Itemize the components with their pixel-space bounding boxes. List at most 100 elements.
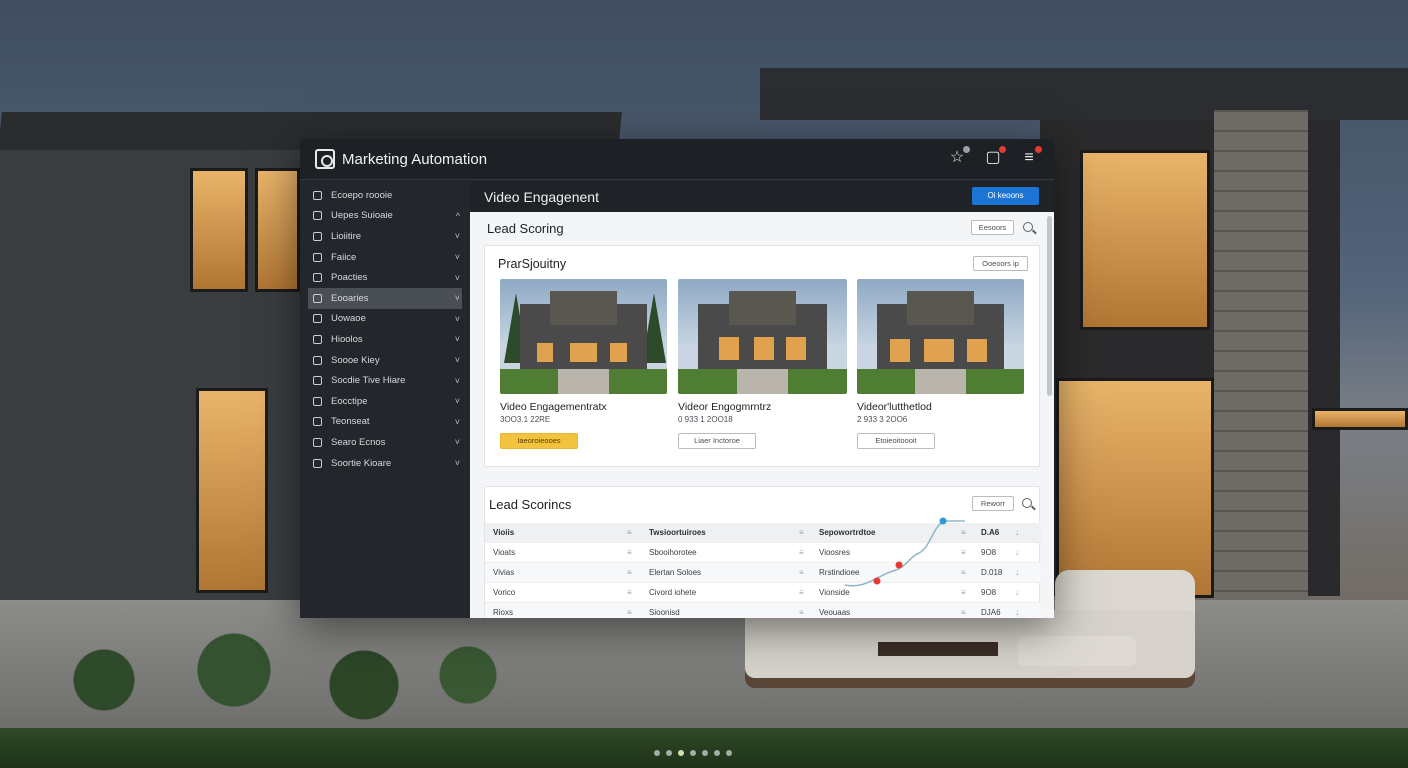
video-thumbnail[interactable]: [500, 279, 667, 394]
sidebar-item-label: Uepes Suioaie: [331, 210, 393, 222]
sort-down-icon[interactable]: ↓: [1015, 528, 1035, 537]
column-sort-icon[interactable]: ≡: [627, 588, 649, 597]
sidebar-item-icon: [313, 334, 322, 344]
chevron-icon[interactable]: ˅: [455, 437, 460, 447]
chevron-icon[interactable]: ˅: [455, 355, 460, 365]
sidebar-item[interactable]: Searo Ecnos ˅: [300, 432, 470, 453]
sidebar-item[interactable]: Eooaries ˅: [308, 287, 462, 309]
column-sort-icon[interactable]: ≡: [627, 608, 649, 617]
sort-down-icon[interactable]: ↓: [1015, 608, 1035, 617]
scrollbar[interactable]: [1047, 216, 1052, 396]
video-subtitle: 2 933 3 2OO6: [857, 415, 908, 424]
table-cell: 9O8: [981, 548, 997, 557]
sidebar-item[interactable]: Teonseat ˅: [300, 412, 470, 433]
star-icon[interactable]: ☆: [948, 146, 970, 168]
sidebar-item[interactable]: Uowaoe ˅: [300, 309, 470, 330]
sidebar-item-label: Soooe Kiey: [331, 354, 380, 366]
sort-down-icon[interactable]: ↓: [1015, 588, 1035, 597]
card-options-button[interactable]: Ooeoors ip: [973, 256, 1028, 271]
app-window: Marketing Automation ☆ ▢ ≡ Ecoepo roooie…: [300, 139, 1054, 618]
sidebar-item-icon: [313, 355, 322, 365]
column-sort-icon[interactable]: ≡: [799, 548, 819, 557]
menu-icon[interactable]: ≡: [1020, 146, 1042, 168]
sidebar-item-icon: [313, 293, 322, 303]
sidebar-item-icon: [313, 252, 322, 262]
table-row[interactable]: Vorico ≡ Civord iohete ≡ Vionside ≡ 9O8 ↓: [485, 583, 1041, 603]
sort-down-icon[interactable]: ↓: [1015, 568, 1035, 577]
column-sort-icon[interactable]: ≡: [961, 588, 981, 597]
sidebar-item[interactable]: Hioolos ˅: [300, 329, 470, 350]
sort-down-icon[interactable]: ↓: [1015, 548, 1035, 557]
lead-scorings-button[interactable]: Reworr: [972, 496, 1014, 511]
lead-table: Vioiis ≡ Twsioortuiroes ≡ Sepowortrdtoe ≡ D.A6…: [485, 523, 1041, 618]
sidebar-item-label: Eocctipe: [331, 395, 368, 407]
chevron-icon[interactable]: ˅: [455, 252, 460, 262]
sidebar-item[interactable]: Faiice ˅: [300, 247, 470, 268]
chevron-icon[interactable]: ˅: [455, 293, 460, 303]
table-row[interactable]: Vioats ≡ Sbooihorotee ≡ Vioosres ≡ 9O8 ↓: [485, 543, 1041, 563]
sidebar-item-label: Eooaries: [331, 292, 369, 304]
column-sort-icon[interactable]: ≡: [961, 568, 981, 577]
chevron-icon[interactable]: ^: [456, 211, 460, 221]
search-icon[interactable]: [1023, 222, 1033, 232]
table-cell: 9O8: [981, 588, 997, 597]
lead-scoring-button[interactable]: Eesoors: [971, 220, 1014, 235]
primary-action-button[interactable]: Oi keoons: [972, 187, 1039, 205]
sidebar: Ecoepo roooie Uepes Suioaie ^ Lioiitire ˅ Fai…: [300, 181, 470, 618]
table-header-cell: Twsioortuiroes: [649, 528, 706, 537]
sidebar-item[interactable]: Socdie Tive Hiare ˅: [300, 370, 470, 391]
chevron-icon[interactable]: ˅: [455, 417, 460, 427]
column-sort-icon[interactable]: ≡: [627, 548, 649, 557]
chevron-icon[interactable]: ˅: [455, 273, 460, 283]
chevron-icon[interactable]: ˅: [455, 396, 460, 406]
column-sort-icon[interactable]: ≡: [799, 528, 819, 537]
sidebar-item-label: Hioolos: [331, 333, 363, 345]
lead-scoring-heading: Lead Scoring: [487, 221, 564, 236]
card-title: PrarSjouitny: [498, 257, 567, 271]
table-cell: DJA6: [981, 608, 1001, 617]
carousel-pager[interactable]: [654, 750, 732, 756]
sidebar-item[interactable]: Poacties ˅: [300, 267, 470, 288]
video-title: Video Engagementratx: [500, 401, 607, 413]
column-sort-icon[interactable]: ≡: [799, 568, 819, 577]
column-sort-icon[interactable]: ≡: [961, 528, 981, 537]
sidebar-item-label: Poacties: [331, 272, 368, 284]
video-card: PrarSjouitny Ooeoors ip Video Engagement…: [484, 245, 1040, 467]
search-icon[interactable]: [1022, 498, 1032, 508]
sidebar-item[interactable]: Lioiitire ˅: [300, 226, 470, 247]
chevron-icon[interactable]: ˅: [455, 314, 460, 324]
sidebar-item[interactable]: Soortie Kioare ˅: [300, 453, 470, 474]
column-sort-icon[interactable]: ≡: [627, 528, 649, 537]
notification-icon[interactable]: ▢: [984, 146, 1006, 168]
video-action-button[interactable]: Etoieoitoooit: [857, 433, 935, 449]
lead-scorings-heading: Lead Scorincs: [489, 497, 572, 512]
sidebar-item[interactable]: Eocctipe ˅: [300, 391, 470, 412]
sidebar-item-label: Uowaoe: [331, 313, 366, 325]
table-row[interactable]: Rioxs ≡ Sioonisd ≡ Veouaas ≡ DJA6 ↓: [485, 603, 1041, 618]
column-sort-icon[interactable]: ≡: [627, 568, 649, 577]
video-action-button[interactable]: Iaeoroieooes: [500, 433, 578, 449]
sidebar-item[interactable]: Ecoepo roooie: [300, 185, 470, 206]
sidebar-item[interactable]: Soooe Kiey ˅: [300, 350, 470, 371]
video-thumbnail[interactable]: [678, 279, 847, 394]
app-title: Marketing Automation: [342, 150, 488, 168]
column-sort-icon[interactable]: ≡: [961, 548, 981, 557]
sidebar-item[interactable]: Uepes Suioaie ^: [300, 206, 470, 227]
video-title: Videor'lutthetlod: [857, 401, 932, 413]
column-sort-icon[interactable]: ≡: [799, 608, 819, 617]
video-action-button[interactable]: Liaer Inctoroe: [678, 433, 756, 449]
lead-scorings-card: Lead Scorincs Reworr Vioiis ≡ Twsioortuiro…: [484, 486, 1041, 618]
table-row[interactable]: Vivias ≡ Elertan Soloes ≡ Rrstindioee ≡ D.018 ↓: [485, 563, 1041, 583]
video-subtitle: 3OO3.1 22RE: [500, 415, 551, 424]
table-cell: Vioats: [493, 548, 516, 557]
sidebar-item-icon: [313, 231, 322, 241]
chevron-icon[interactable]: ˅: [455, 334, 460, 344]
table-cell: Vionside: [819, 588, 850, 597]
chevron-icon[interactable]: ˅: [455, 231, 460, 241]
video-thumbnail[interactable]: [857, 279, 1024, 394]
sidebar-item-label: Teonseat: [331, 416, 370, 428]
chevron-icon[interactable]: ˅: [455, 376, 460, 386]
column-sort-icon[interactable]: ≡: [961, 608, 981, 617]
column-sort-icon[interactable]: ≡: [799, 588, 819, 597]
chevron-icon[interactable]: ˅: [455, 458, 460, 468]
